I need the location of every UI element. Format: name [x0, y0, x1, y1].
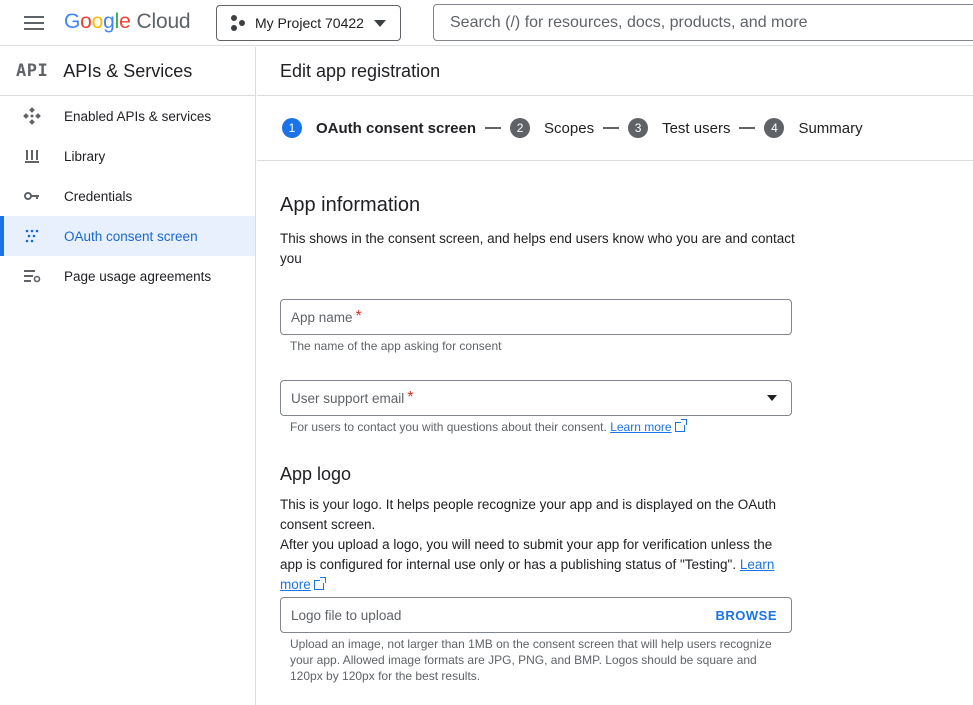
sidebar-header: API APIs & Services	[0, 47, 255, 96]
app-name-helper: The name of the app asking for consent	[290, 339, 502, 353]
user-support-email-helper: For users to contact you with questions …	[290, 419, 790, 435]
sidebar: API APIs & Services Enabled APIs & servi…	[0, 47, 256, 705]
sidebar-item-library[interactable]: Library	[0, 136, 255, 176]
divider	[257, 160, 973, 161]
app-logo-heading: App logo	[280, 464, 352, 484]
step-label: Scopes	[544, 119, 595, 137]
chevron-down-icon	[374, 20, 386, 27]
logo-upload-label: Logo file to upload	[291, 607, 402, 623]
top-bar: Google Cloud My Project 70422	[0, 0, 973, 46]
project-selector[interactable]: My Project 70422	[216, 5, 401, 41]
step-label: OAuth consent screen	[316, 119, 477, 137]
step-connector	[603, 127, 620, 129]
step-connector	[739, 127, 756, 129]
project-icon	[230, 15, 246, 31]
menu-icon[interactable]	[14, 11, 54, 35]
step-test-users[interactable]: 3 Test users	[628, 118, 730, 138]
settings-list-icon	[22, 266, 42, 286]
search-input[interactable]	[434, 5, 973, 40]
step-scopes[interactable]: 2 Scopes	[510, 118, 594, 138]
google-cloud-logo[interactable]: Google Cloud	[64, 10, 191, 34]
step-connector	[485, 127, 502, 129]
oauth-dots-icon	[22, 226, 42, 246]
step-label: Summary	[798, 119, 863, 137]
dropdown-arrow-icon	[767, 395, 777, 401]
step-oauth-consent[interactable]: 1 OAuth consent screen	[282, 118, 476, 138]
main-content: Edit app registration 1 OAuth consent sc…	[257, 47, 973, 705]
browse-button[interactable]: BROWSE	[716, 608, 778, 623]
sidebar-item-credentials[interactable]: Credentials	[0, 176, 255, 216]
api-logo-icon: API	[16, 61, 49, 81]
project-name: My Project 70422	[255, 15, 364, 31]
step-number: 3	[628, 118, 649, 138]
key-icon	[22, 186, 42, 206]
app-information-heading: App information	[280, 194, 421, 216]
step-summary[interactable]: 4 Summary	[764, 118, 863, 138]
app-name-field[interactable]: App name *	[280, 299, 792, 335]
app-logo-description: This is your logo. It helps people recog…	[280, 497, 777, 592]
api-diamond-icon	[22, 106, 42, 126]
required-mark: *	[355, 308, 362, 325]
page-title: Edit app registration	[280, 61, 441, 81]
external-link-icon	[313, 577, 326, 590]
stepper: 1 OAuth consent screen 2 Scopes 3 Test u…	[282, 118, 863, 138]
learn-more-link[interactable]: Learn more	[610, 420, 671, 434]
required-mark: *	[407, 389, 414, 406]
step-number: 4	[764, 118, 785, 138]
step-number: 1	[282, 118, 302, 138]
user-support-email-select[interactable]: User support email *	[280, 380, 792, 416]
app-information-description: This shows in the consent screen, and he…	[280, 231, 795, 266]
user-support-email-label: User support email	[291, 390, 405, 406]
step-label: Test users	[662, 119, 731, 137]
app-name-label: App name	[291, 309, 353, 325]
divider	[257, 95, 973, 96]
external-link-icon	[674, 419, 687, 432]
library-icon	[22, 146, 42, 166]
logo-upload-helper: Upload an image, not larger than 1MB on …	[290, 637, 772, 683]
sidebar-title: APIs & Services	[63, 60, 193, 81]
sidebar-item-page-usage[interactable]: Page usage agreements	[0, 256, 255, 296]
step-number: 2	[510, 118, 531, 138]
logo-upload-field[interactable]: Logo file to upload BROWSE	[280, 597, 792, 633]
sidebar-item-enabled-apis[interactable]: Enabled APIs & services	[0, 96, 255, 136]
search-box[interactable]	[433, 4, 973, 41]
sidebar-item-oauth-consent[interactable]: OAuth consent screen	[0, 216, 255, 256]
